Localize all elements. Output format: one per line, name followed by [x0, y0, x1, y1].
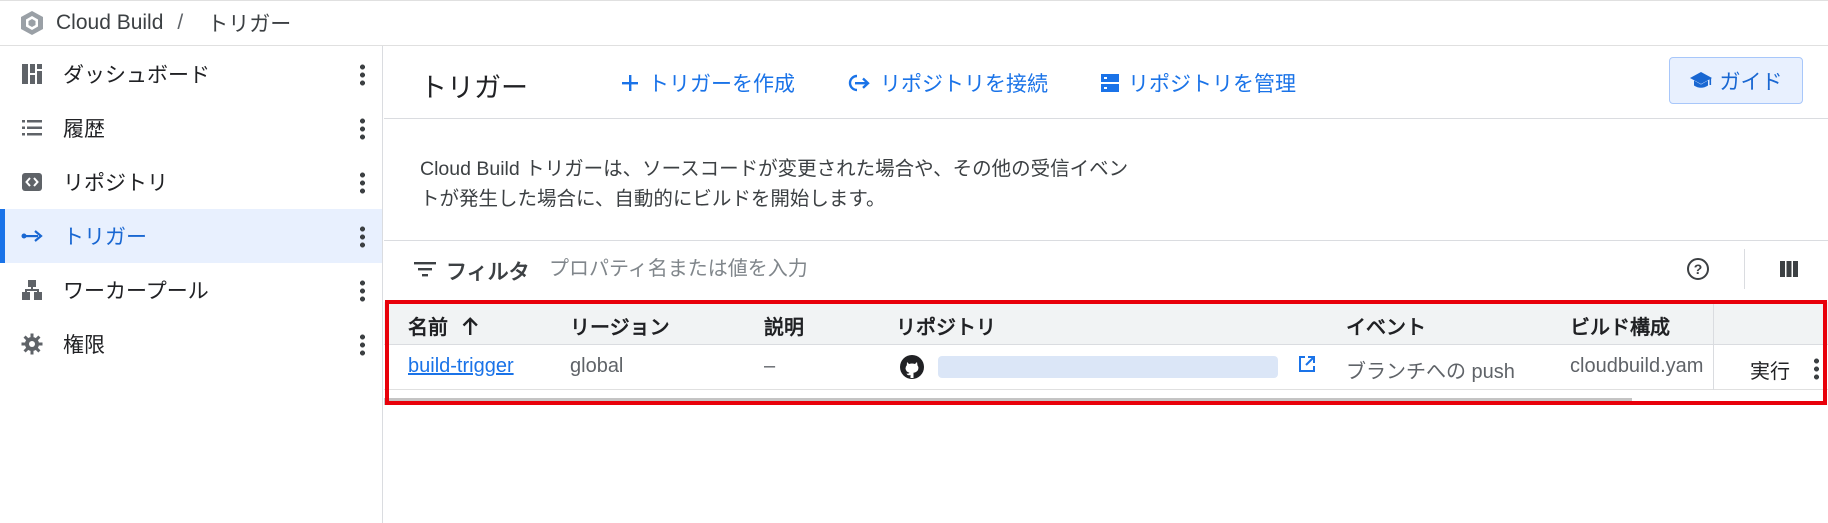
more-vert-icon[interactable]	[1812, 353, 1820, 383]
more-vert-icon[interactable]	[350, 59, 374, 89]
sidebar-item-permissions[interactable]: 権限	[0, 317, 382, 371]
dashboard-icon	[20, 62, 44, 86]
breadcrumb-product[interactable]: Cloud Build	[56, 11, 163, 35]
more-vert-icon[interactable]	[350, 167, 374, 197]
worker-pool-icon	[20, 278, 44, 302]
svg-text:?: ?	[1694, 261, 1703, 277]
filter-label: フィルタ	[446, 261, 530, 284]
add-icon	[622, 75, 638, 91]
more-vert-icon[interactable]	[350, 329, 374, 359]
create-trigger-button[interactable]: トリガーを作成	[620, 68, 795, 98]
sidebar-item-label: ダッシュボード	[63, 64, 210, 87]
sidebar: ダッシュボード 履歴 リポジトリ トリガー ワーカープール 権限	[0, 46, 383, 523]
trigger-description: –	[764, 355, 776, 377]
table-header: 名前 リージョン 説明 リポジトリ イベント ビルド構成	[384, 302, 1828, 345]
column-header-repository[interactable]: リポジトリ	[896, 311, 996, 340]
column-header-label: 名前	[408, 317, 448, 339]
column-header-region[interactable]: リージョン	[570, 311, 670, 340]
arrow-right-icon	[20, 224, 44, 248]
page-description: Cloud Build トリガーは、ソースコードが変更された場合や、その他の受信…	[420, 154, 1210, 214]
sidebar-item-label: ワーカープール	[63, 280, 209, 303]
repository-name-redacted	[938, 356, 1278, 378]
storage-icon	[1101, 74, 1119, 92]
filter-bar: フィルタ ?	[384, 241, 1828, 297]
code-icon	[20, 170, 44, 194]
sidebar-item-label: 履歴	[63, 118, 105, 141]
run-trigger-button[interactable]: 実行	[1750, 355, 1790, 384]
connect-icon	[848, 74, 870, 92]
sidebar-item-repositories[interactable]: リポジトリ	[0, 155, 382, 209]
manage-repositories-button[interactable]: リポジトリを管理	[1100, 68, 1296, 98]
connect-repository-label: リポジトリを接続	[880, 73, 1048, 96]
filter-input[interactable]	[547, 251, 1201, 287]
table-row: build-trigger global – ブランチへの push cloud…	[384, 344, 1828, 390]
page-header: トリガー トリガーを作成 リポジトリを接続 リポジトリを管理 ガイド	[384, 46, 1828, 119]
school-icon	[1689, 71, 1712, 88]
horizontal-scrollbar[interactable]	[384, 398, 1632, 405]
sidebar-item-worker-pools[interactable]: ワーカープール	[0, 263, 382, 317]
row-actions-cell: 実行	[1714, 344, 1828, 390]
more-vert-icon[interactable]	[350, 113, 374, 143]
guide-button[interactable]: ガイド	[1669, 57, 1803, 104]
divider	[1744, 249, 1745, 289]
main-content: トリガー トリガーを作成 リポジトリを接続 リポジトリを管理 ガイド Cloud…	[384, 46, 1828, 523]
open-in-new-icon[interactable]	[1298, 355, 1316, 373]
trigger-region: global	[570, 355, 624, 377]
trigger-event: ブランチへの push	[1346, 361, 1515, 383]
column-header-build-config[interactable]: ビルド構成	[1570, 311, 1670, 340]
sidebar-item-dashboard[interactable]: ダッシュボード	[0, 47, 382, 101]
gear-icon	[20, 332, 44, 356]
sidebar-item-label: トリガー	[63, 226, 147, 249]
trigger-build-config: cloudbuild.yam	[1570, 355, 1704, 377]
description-line: トが発生した場合に、自動的にビルドを開始します。	[420, 188, 886, 210]
list-icon	[20, 116, 44, 140]
github-icon	[900, 355, 924, 379]
breadcrumb-separator: /	[177, 11, 184, 34]
trigger-name-link[interactable]: build-trigger	[408, 355, 514, 378]
top-bar: Cloud Build / トリガー	[0, 0, 1828, 46]
manage-repositories-label: リポジトリを管理	[1128, 73, 1296, 96]
breadcrumb-current-page: トリガー	[207, 13, 292, 36]
column-display-icon[interactable]	[1779, 259, 1799, 279]
create-trigger-label: トリガーを作成	[648, 73, 795, 96]
sidebar-item-triggers[interactable]: トリガー	[0, 209, 382, 263]
column-header-description[interactable]: 説明	[764, 311, 804, 340]
cloud-build-logo-icon	[21, 11, 43, 35]
sidebar-item-history[interactable]: 履歴	[0, 101, 382, 155]
column-header-event[interactable]: イベント	[1346, 311, 1426, 340]
triggers-table: 名前 リージョン 説明 リポジトリ イベント ビルド構成 build-trigg…	[384, 302, 1828, 405]
connect-repository-button[interactable]: リポジトリを接続	[848, 68, 1048, 98]
guide-label: ガイド	[1719, 70, 1783, 94]
page-title: トリガー	[420, 73, 528, 103]
row-actions-column: 実行	[1713, 302, 1828, 390]
more-vert-icon[interactable]	[350, 221, 374, 251]
row-actions-header	[1714, 302, 1828, 345]
filter-list-icon	[414, 262, 436, 277]
description-line: Cloud Build トリガーは、ソースコードが変更された場合や、その他の受信…	[420, 158, 1129, 180]
sidebar-item-label: 権限	[63, 334, 105, 357]
column-header-name[interactable]: 名前	[408, 311, 478, 340]
help-icon[interactable]: ?	[1686, 257, 1710, 281]
sidebar-item-label: リポジトリ	[63, 172, 168, 195]
arrow-upward-icon	[462, 316, 478, 335]
more-vert-icon[interactable]	[350, 275, 374, 305]
